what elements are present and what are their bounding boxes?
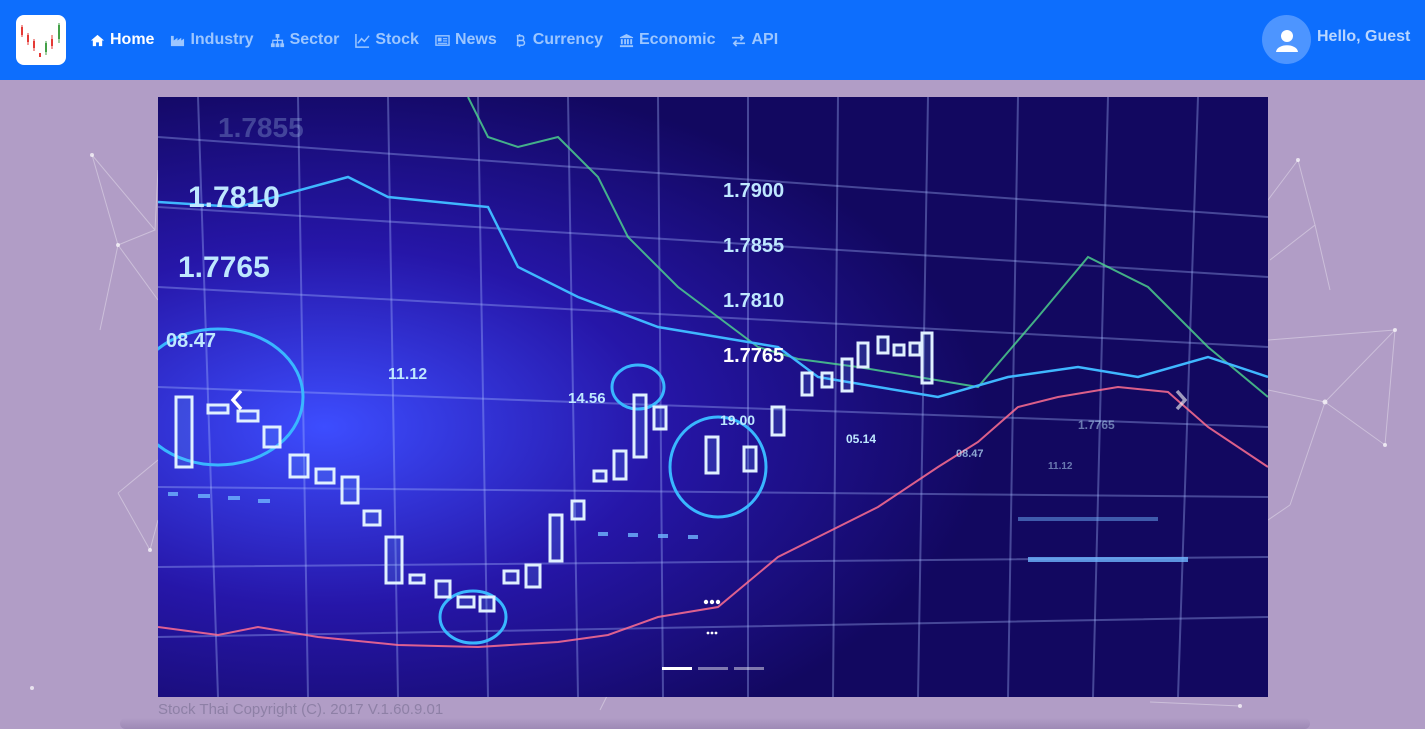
- slide-number: 1.7765: [723, 345, 784, 367]
- industry-icon: [171, 35, 185, 46]
- nav-economic-label: Economic: [639, 31, 716, 48]
- nav-sector-label: Sector: [289, 31, 340, 48]
- footer-shadow: [120, 718, 1310, 729]
- carousel-prev-button[interactable]: [222, 380, 252, 420]
- slide-number: 1.7765: [1078, 418, 1115, 432]
- nav-currency[interactable]: Currency: [513, 31, 603, 49]
- top-navbar: Home Industry Sector Stock News Currency…: [0, 0, 1425, 80]
- nav-economic[interactable]: Economic: [619, 31, 715, 49]
- user-menu[interactable]: Hello, Guest: [1262, 15, 1410, 64]
- bitcoin-icon: [516, 33, 525, 47]
- line-chart-icon: [355, 33, 371, 48]
- slide-number: 11.12: [1048, 461, 1073, 472]
- nav-news-label: News: [454, 31, 497, 48]
- carousel-indicators: [662, 667, 764, 670]
- slide-number: 1.7765: [178, 251, 270, 284]
- carousel-indicator-2[interactable]: [698, 667, 728, 670]
- slide-number: 1.7900: [723, 180, 784, 202]
- candlestick-logo-icon: [21, 23, 60, 57]
- brand-logo[interactable]: [16, 15, 66, 65]
- slide-number: 19.00: [720, 412, 755, 428]
- slide-number: 1.7810: [188, 181, 280, 214]
- nav-news[interactable]: News: [435, 31, 497, 49]
- nav-menu: Home Industry Sector Stock News Currency…: [90, 29, 794, 51]
- nav-api[interactable]: API: [731, 31, 778, 49]
- newspaper-icon: [435, 34, 450, 46]
- slide-number: 1.7855: [723, 235, 784, 257]
- nav-api-label: API: [751, 31, 779, 48]
- bank-icon: [619, 33, 634, 47]
- slide-number: 11.12: [388, 366, 427, 383]
- slide-number: 05.14: [846, 432, 876, 446]
- home-icon: [90, 34, 105, 46]
- nav-industry-label: Industry: [190, 31, 254, 48]
- nav-stock[interactable]: Stock: [355, 31, 419, 49]
- slide-number: 1.7855: [218, 112, 304, 143]
- stock-chart-slide: 1.7855 1.7810 1.7765 1.7900 1.7855 1.781…: [158, 97, 1268, 697]
- user-greeting: Hello, Guest: [1317, 27, 1411, 45]
- slide-number: 08.47: [166, 330, 216, 352]
- carousel-next-button[interactable]: [1166, 380, 1196, 420]
- nav-home-label: Home: [110, 31, 155, 48]
- hero-carousel: 1.7855 1.7810 1.7765 1.7900 1.7855 1.781…: [158, 97, 1268, 697]
- nav-stock-label: Stock: [375, 31, 419, 48]
- slide-number: 14.56: [568, 390, 606, 407]
- chevron-right-icon: [1175, 389, 1188, 411]
- footer-copyright: Stock Thai Copyright (C). 2017 V.1.60.9.…: [158, 701, 444, 718]
- nav-sector[interactable]: Sector: [270, 31, 340, 49]
- carousel-indicator-1[interactable]: [662, 667, 692, 670]
- nav-currency-label: Currency: [532, 31, 603, 48]
- nav-industry[interactable]: Industry: [170, 31, 254, 49]
- exchange-icon: [732, 33, 746, 47]
- slide-number: 1.7810: [723, 290, 784, 312]
- user-avatar-icon: [1262, 15, 1311, 64]
- carousel-indicator-3[interactable]: [734, 667, 764, 670]
- chevron-left-icon: [230, 389, 243, 411]
- nav-home[interactable]: Home: [90, 31, 154, 49]
- slide-number: 08.47: [956, 448, 984, 460]
- sitemap-icon: [270, 33, 284, 47]
